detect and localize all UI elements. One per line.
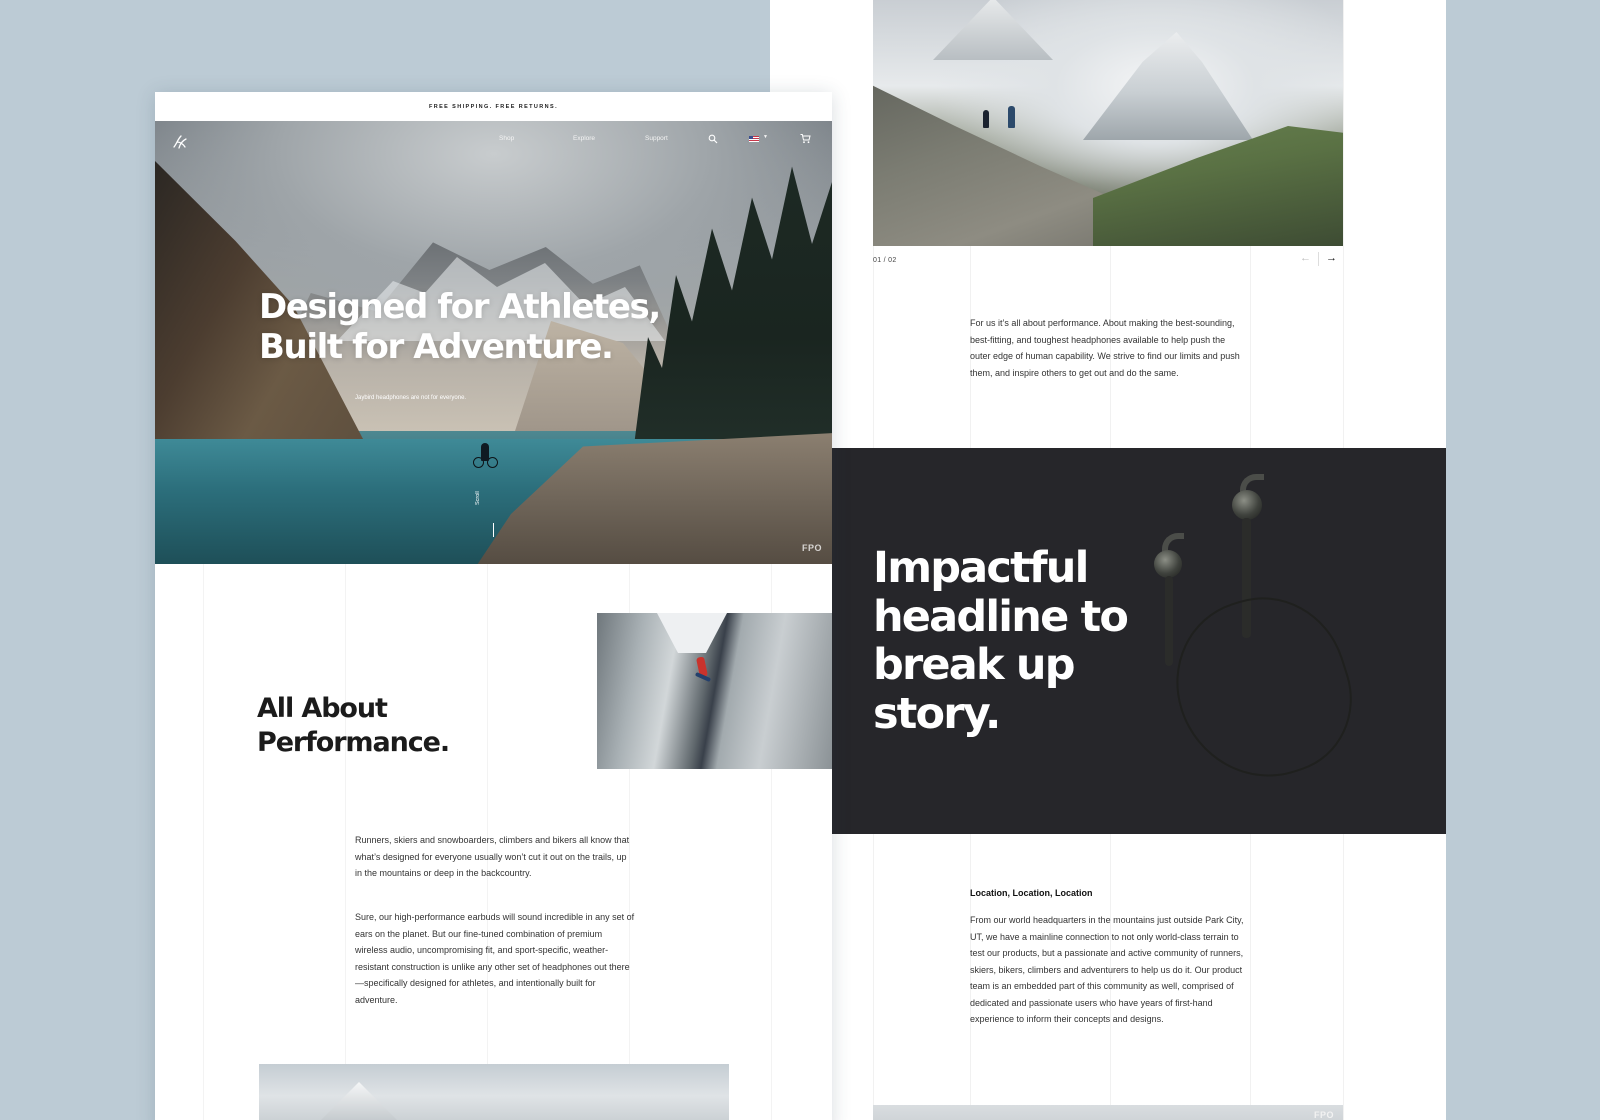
performance-title: All About Performance. (257, 693, 450, 758)
slider-prev-arrow-icon[interactable]: ← (1300, 252, 1311, 264)
bottom-photo (873, 1105, 1343, 1120)
hiker-figure (983, 110, 989, 128)
location-title: Location, Location, Location (970, 888, 1093, 898)
slider-next-arrow-icon[interactable]: → (1326, 252, 1337, 264)
nav-item-support[interactable]: Support (645, 135, 668, 142)
hero-section: Shop Explore Support ▼ Designed for Athl… (155, 121, 832, 564)
hiker-figure (1008, 106, 1015, 128)
hero-subtitle: Jaybird headphones are not for everyone. (355, 395, 467, 401)
jaybird-logo-icon[interactable] (171, 133, 189, 151)
scroll-line (493, 523, 494, 537)
cart-icon[interactable] (800, 133, 811, 144)
fpo-watermark: FPO (1314, 1110, 1335, 1120)
hikers-photo (873, 0, 1343, 246)
right-page: 01 / 02 ← → For us it’s all about perfor… (770, 0, 1446, 1120)
promo-bar: FREE SHIPPING. FREE RETURNS. (428, 103, 559, 110)
performance-paragraph-2: Sure, our high-performance earbuds will … (355, 912, 635, 1005)
grid-line (203, 564, 204, 1120)
fpo-watermark: FPO (802, 543, 823, 553)
us-flag-icon[interactable] (749, 136, 759, 142)
biker-figure (481, 443, 489, 461)
intro-paragraph: For us it’s all about performance. About… (970, 318, 1240, 378)
performance-paragraph-1: Runners, skiers and snowboarders, climbe… (355, 835, 630, 878)
bottom-photo (259, 1064, 729, 1120)
hero-headline: Designed for Athletes, Built for Adventu… (259, 287, 661, 367)
chevron-down-icon[interactable]: ▼ (763, 134, 768, 140)
search-icon[interactable] (708, 134, 718, 144)
nav-item-explore[interactable]: Explore (573, 135, 595, 142)
ice-climber-photo (597, 613, 832, 769)
dark-feature-section: Impactful headline to break up story. (832, 448, 1446, 834)
nav-item-shop[interactable]: Shop (499, 135, 514, 142)
arrow-divider (1318, 252, 1319, 266)
feature-headline: Impactful headline to break up story. (873, 543, 1129, 739)
scroll-indicator[interactable]: Scroll (475, 491, 481, 505)
left-page: FREE SHIPPING. FREE RETURNS. Shop Explor… (155, 92, 832, 1120)
grid-line (345, 564, 346, 1120)
location-paragraph: From our world headquarters in the mount… (970, 915, 1244, 1024)
slide-counter: 01 / 02 (873, 257, 897, 264)
